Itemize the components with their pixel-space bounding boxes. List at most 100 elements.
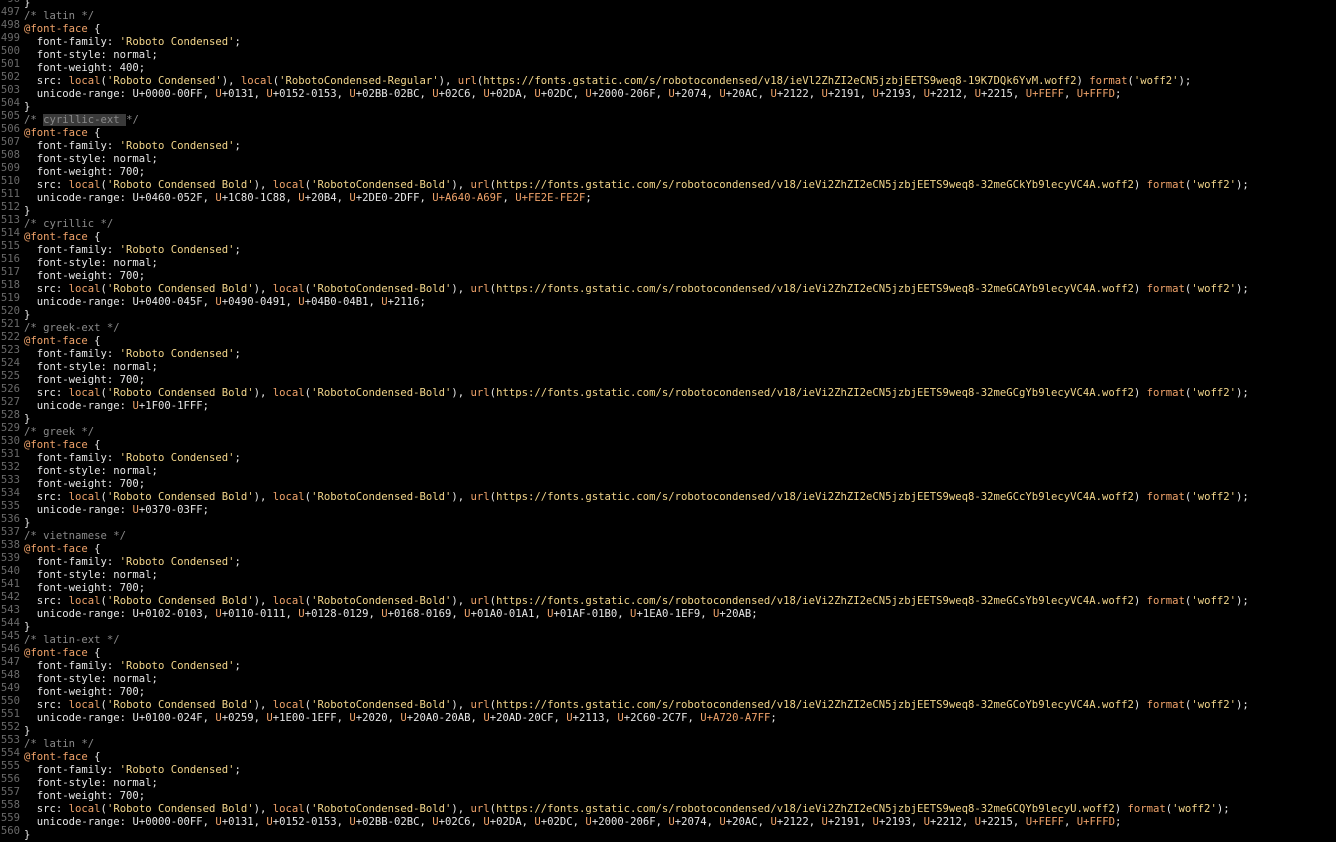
- code-line[interactable]: 558 src: local('Roboto Condensed Bold'),…: [0, 799, 1336, 815]
- line-number-text: 536: [0, 513, 20, 525]
- code-line[interactable]: 521/* greek-ext */: [0, 318, 1336, 334]
- code-line[interactable]: 513/* cyrillic */: [0, 214, 1336, 230]
- code-line[interactable]: 516 font-style: normal;: [0, 253, 1336, 269]
- code-line[interactable]: 507 font-family: 'Roboto Condensed';: [0, 136, 1336, 152]
- line-number-text: 532: [0, 461, 20, 473]
- line-number: 538: [0, 539, 20, 552]
- code-line[interactable]: 559 unicode-range: U+0000-00FF, U+0131, …: [0, 812, 1336, 828]
- code-line[interactable]: 541 font-weight: 700;: [0, 578, 1336, 594]
- line-number-text: 522: [0, 331, 20, 343]
- code-line[interactable]: 517 font-weight: 700;: [0, 266, 1336, 282]
- code-line[interactable]: 524 font-style: normal;: [0, 357, 1336, 373]
- code-line[interactable]: 503 unicode-range: U+0000-00FF, U+0131, …: [0, 84, 1336, 100]
- line-number-text: 506: [0, 123, 20, 135]
- code-line[interactable]: 549 font-weight: 700;: [0, 682, 1336, 698]
- line-number: 559: [0, 812, 20, 825]
- code-line[interactable]: 531 font-family: 'Roboto Condensed';: [0, 448, 1336, 464]
- line-number-text: 534: [0, 487, 20, 499]
- code-line[interactable]: 520}: [0, 305, 1336, 321]
- code-line[interactable]: 552}: [0, 721, 1336, 737]
- line-number-text: 525: [0, 370, 20, 382]
- code-editor[interactable]: 96} 497/* latin */498@font-face {499 font…: [0, 0, 1336, 841]
- code-line[interactable]: 519 unicode-range: U+0400-045F, U+0490-0…: [0, 292, 1336, 308]
- line-number-text: 501: [0, 58, 20, 70]
- line-number-text: 556: [0, 773, 20, 785]
- code-line[interactable]: 543 unicode-range: U+0102-0103, U+0110-0…: [0, 604, 1336, 620]
- line-number: 514: [0, 227, 20, 240]
- code-line[interactable]: 510 src: local('Roboto Condensed Bold'),…: [0, 175, 1336, 191]
- code-line[interactable]: 508 font-style: normal;: [0, 149, 1336, 165]
- code-line[interactable]: 536}: [0, 513, 1336, 529]
- line-number-text: 548: [0, 669, 20, 681]
- line-number: 556: [0, 773, 20, 786]
- code-line[interactable]: 500 font-style: normal;: [0, 45, 1336, 61]
- code-line[interactable]: 534 src: local('Roboto Condensed Bold'),…: [0, 487, 1336, 503]
- code-line[interactable]: 535 unicode-range: U+0370-03FF;: [0, 500, 1336, 516]
- line-number: 536: [0, 513, 20, 526]
- code-line[interactable]: 497/* latin */: [0, 6, 1336, 22]
- line-number: 522: [0, 331, 20, 344]
- line-number-text: 560: [0, 825, 20, 837]
- code-line[interactable]: 554 @font-face {: [0, 747, 1336, 763]
- code-line[interactable]: 540 font-style: normal;: [0, 565, 1336, 581]
- line-number: 547: [0, 656, 20, 669]
- code-line[interactable]: 522 @font-face {: [0, 331, 1336, 347]
- line-number-text: 508: [0, 149, 20, 161]
- code-line[interactable]: 539 font-family: 'Roboto Condensed';: [0, 552, 1336, 568]
- code-line[interactable]: 514 @font-face {: [0, 227, 1336, 243]
- code-line[interactable]: 515 font-family: 'Roboto Condensed';: [0, 240, 1336, 256]
- code-line[interactable]: 529/* greek */: [0, 422, 1336, 438]
- line-number: 530: [0, 435, 20, 448]
- line-number: 512: [0, 201, 20, 214]
- line-number: 537: [0, 526, 20, 539]
- code-line[interactable]: 505/* cyrillic-ext */: [0, 110, 1336, 126]
- code-line[interactable]: 506 @font-face {: [0, 123, 1336, 139]
- code-line[interactable]: 523 font-family: 'Roboto Condensed';: [0, 344, 1336, 360]
- line-number: 503: [0, 84, 20, 97]
- code-line[interactable]: 532 font-style: normal;: [0, 461, 1336, 477]
- code-line[interactable]: 556 font-style: normal;: [0, 773, 1336, 789]
- line-number: 555: [0, 760, 20, 773]
- code-line[interactable]: 538 @font-face {: [0, 539, 1336, 555]
- code-line[interactable]: 542 src: local('Roboto Condensed Bold'),…: [0, 591, 1336, 607]
- code-line[interactable]: 504}: [0, 97, 1336, 113]
- line-number-text: 526: [0, 383, 20, 395]
- line-number: 497: [0, 6, 20, 19]
- line-number-text: 547: [0, 656, 20, 668]
- code-line[interactable]: 553/* latin */: [0, 734, 1336, 750]
- line-number: 517: [0, 266, 20, 279]
- code-line[interactable]: 518 src: local('Roboto Condensed Bold'),…: [0, 279, 1336, 295]
- code-line[interactable]: 530 @font-face {: [0, 435, 1336, 451]
- line-number: 552: [0, 721, 20, 734]
- code-line[interactable]: 527 unicode-range: U+1F00-1FFF;: [0, 396, 1336, 412]
- line-number: 508: [0, 149, 20, 162]
- code-line[interactable]: 550 src: local('Roboto Condensed Bold'),…: [0, 695, 1336, 711]
- code-line[interactable]: 502 src: local('Roboto Condensed'), loca…: [0, 71, 1336, 87]
- code-line[interactable]: 551 unicode-range: U+0100-024F, U+0259, …: [0, 708, 1336, 724]
- line-number-text: 510: [0, 175, 20, 187]
- code-line[interactable]: 499 font-family: 'Roboto Condensed';: [0, 32, 1336, 48]
- code-line[interactable]: 546 @font-face {: [0, 643, 1336, 659]
- code-line[interactable]: 512}: [0, 201, 1336, 217]
- code-line[interactable]: 511 unicode-range: U+0460-052F, U+1C80-1…: [0, 188, 1336, 204]
- code-line[interactable]: 544}: [0, 617, 1336, 633]
- code-line[interactable]: 509 font-weight: 700;: [0, 162, 1336, 178]
- code-line[interactable]: 548 font-style: normal;: [0, 669, 1336, 685]
- code-line[interactable]: 525 font-weight: 700;: [0, 370, 1336, 386]
- code-line[interactable]: 528}: [0, 409, 1336, 425]
- code-line[interactable]: 501 font-weight: 400;: [0, 58, 1336, 74]
- line-number-text: 550: [0, 695, 20, 707]
- code-line[interactable]: 547 font-family: 'Roboto Condensed';: [0, 656, 1336, 672]
- code-line[interactable]: 533 font-weight: 700;: [0, 474, 1336, 490]
- code-line[interactable]: 526 src: local('Roboto Condensed Bold'),…: [0, 383, 1336, 399]
- code-line[interactable]: 555 font-family: 'Roboto Condensed';: [0, 760, 1336, 776]
- code-line[interactable]: 537/* vietnamese */: [0, 526, 1336, 542]
- code-line[interactable]: 498 @font-face {: [0, 19, 1336, 35]
- code-line[interactable]: 545/* latin-ext */: [0, 630, 1336, 646]
- code-line[interactable]: 557 font-weight: 700;: [0, 786, 1336, 802]
- line-number: 524: [0, 357, 20, 370]
- line-number-text: 554: [0, 747, 20, 759]
- line-number-text: 552: [0, 721, 20, 733]
- code-line[interactable]: 560}: [0, 825, 1336, 841]
- line-number: 543: [0, 604, 20, 617]
